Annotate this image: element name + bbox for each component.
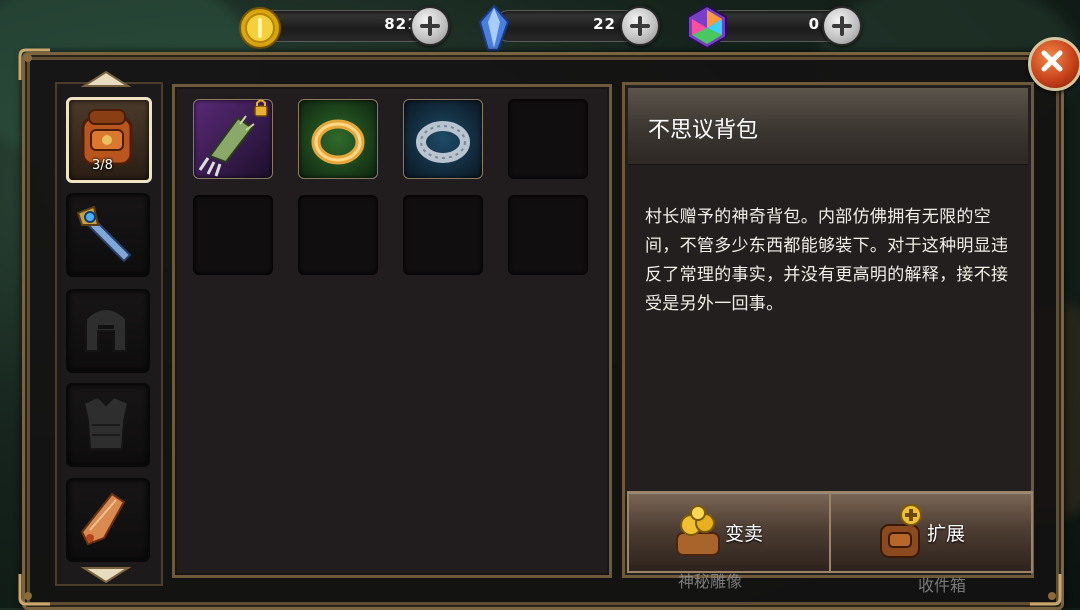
sell-button[interactable]: 变卖: [627, 491, 831, 573]
sell-button-label: 变卖: [725, 523, 764, 545]
crystal-currency: 22: [476, 4, 660, 51]
gold-currency: 8212: [238, 6, 450, 49]
expand-button[interactable]: 扩展: [829, 491, 1033, 573]
frame-corner-ornament: [18, 48, 50, 80]
lock-icon: [254, 99, 268, 117]
item-detail-header: 不思议背包: [628, 88, 1028, 165]
scroll-up-arrow-icon[interactable]: [80, 70, 132, 88]
inventory-slot[interactable]: [193, 99, 273, 179]
gauntlet-icon: [80, 492, 126, 546]
gold-coin-icon: [239, 7, 281, 49]
blue-crystal-icon: [478, 4, 510, 51]
gem-currency: 0: [684, 4, 862, 50]
armor-icon: [82, 395, 130, 450]
item-description: 村长赠予的神奇背包。内部仿佛拥有无限的空间，不管多少东西都能够装下。对于这种明显…: [645, 207, 1009, 314]
item-title: 不思议背包: [648, 118, 759, 143]
close-button[interactable]: [1028, 37, 1080, 91]
background-label-mailbox: 收件箱: [918, 576, 967, 595]
scroll-down-arrow-icon[interactable]: [80, 566, 132, 584]
expand-button-label: 扩展: [927, 523, 966, 545]
sell-gold-icon: [676, 505, 720, 556]
close-icon: [1041, 50, 1063, 72]
rainbow-gem-icon: [687, 4, 727, 50]
category-tab-helmet[interactable]: [66, 289, 150, 373]
inventory-slot[interactable]: [508, 99, 588, 179]
inventory-slot[interactable]: [403, 195, 483, 275]
item-detail-panel: 不思议背包 村长赠予的神奇背包。内部仿佛拥有无限的空间，不管多少东西都能够装下。…: [622, 82, 1034, 578]
helmet-icon: [85, 308, 127, 352]
add-gem-button[interactable]: [822, 6, 862, 46]
frame-corner-ornament: [18, 574, 50, 606]
crystal-value: 22: [593, 15, 616, 33]
add-crystal-button[interactable]: [620, 6, 660, 46]
gold-ring-icon: [311, 119, 365, 165]
gem-value: 0: [808, 15, 820, 33]
category-tab-armor[interactable]: [66, 383, 150, 467]
inventory-slot[interactable]: [298, 195, 378, 275]
inventory-slot[interactable]: [403, 99, 483, 179]
silver-ring-icon: [416, 121, 470, 163]
expand-backpack-icon: [880, 504, 922, 558]
inventory-slot[interactable]: [193, 195, 273, 275]
sword-icon: [76, 205, 132, 263]
category-tab-gloves[interactable]: [66, 478, 150, 562]
category-tab-weapon[interactable]: [66, 193, 150, 277]
inventory-slot[interactable]: [298, 99, 378, 179]
add-gold-button[interactable]: [410, 6, 450, 46]
background-label-statue: 神秘雕像: [678, 572, 743, 591]
inventory-slot[interactable]: [508, 195, 588, 275]
backpack-capacity-badge: 3/8: [92, 158, 113, 173]
